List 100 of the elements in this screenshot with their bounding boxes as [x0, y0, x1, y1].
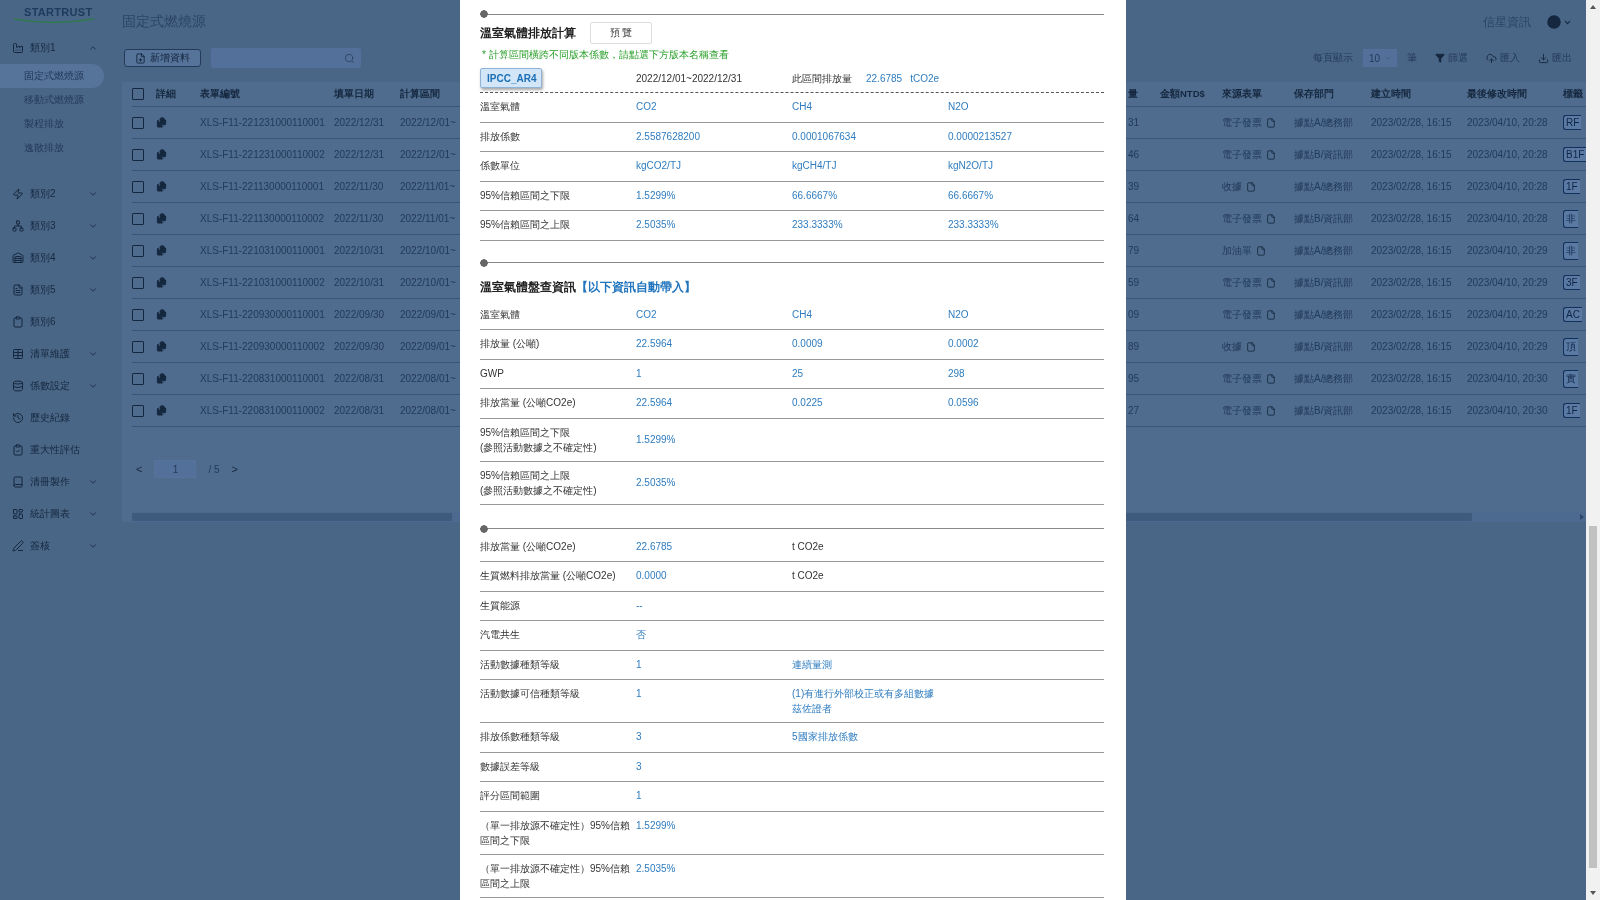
section-title: 溫室氣體排放計算	[480, 24, 576, 42]
tag: AC	[1563, 307, 1582, 322]
user-menu[interactable]	[1545, 13, 1572, 31]
checkbox[interactable]	[132, 244, 144, 257]
row-value: 22.5964	[636, 396, 673, 410]
sidebar-item[interactable]: 類別3	[0, 210, 122, 242]
row-label: GWP	[480, 366, 504, 381]
sidebar-item[interactable]: 歷史紀錄	[0, 402, 122, 434]
tag: B1F	[1563, 147, 1586, 162]
user-icon	[1545, 13, 1563, 31]
checkbox[interactable]	[132, 180, 144, 193]
row-value: kgCH4/TJ	[792, 159, 837, 173]
row-value: kgCO2/TJ	[636, 159, 681, 173]
row-value: 22.6785	[636, 539, 673, 554]
document-icon[interactable]	[156, 213, 167, 224]
checkbox[interactable]	[132, 372, 144, 385]
previous-page-link[interactable]: <	[136, 463, 143, 475]
horizontal-scrollbar[interactable]	[1126, 512, 1586, 522]
row-value: 0.0001067634	[792, 129, 856, 144]
row-value: 0.0000213527	[948, 129, 1012, 144]
vertical-scrollbar[interactable]	[1586, 0, 1600, 900]
document-icon[interactable]	[156, 277, 167, 288]
file-icon[interactable]	[1266, 117, 1276, 128]
document-icon[interactable]	[156, 117, 167, 128]
section-title-note: 【以下資訊自動帶入】	[576, 279, 696, 296]
sidebar-item[interactable]: 類別5	[0, 274, 122, 306]
file-icon[interactable]	[1266, 149, 1276, 160]
version-button[interactable]: IPCC_AR4	[480, 68, 542, 88]
row-value: 298	[948, 366, 965, 381]
add-button[interactable]: 新增資料	[124, 49, 201, 67]
file-icon[interactable]	[1256, 245, 1266, 256]
document-icon[interactable]	[156, 373, 167, 384]
checkbox[interactable]	[132, 88, 144, 100]
search-icon[interactable]	[344, 52, 355, 64]
checkbox[interactable]	[132, 340, 144, 353]
document-icon[interactable]	[156, 341, 167, 352]
row-label: 生質能源	[480, 598, 520, 613]
sidebar-item[interactable]: 係數設定	[0, 370, 122, 402]
tag: 實	[1563, 369, 1578, 388]
row-value: CH4	[792, 307, 812, 322]
clipboard-icon	[12, 316, 24, 328]
row-value: 2.5587628200	[636, 129, 700, 144]
download-icon	[1538, 52, 1549, 64]
row-value: 25	[792, 366, 804, 381]
document-icon[interactable]	[156, 309, 167, 320]
checkbox[interactable]	[132, 148, 144, 161]
scrollbar-thumb[interactable]	[1126, 513, 1472, 521]
checkbox[interactable]	[132, 404, 144, 417]
sidebar-item[interactable]: 清單維護	[0, 338, 122, 370]
file-icon[interactable]	[1266, 405, 1276, 416]
sidebar-item[interactable]: 簽核	[0, 530, 122, 562]
column-header: 來源表單	[1222, 87, 1262, 101]
checkbox[interactable]	[132, 308, 144, 321]
document-icon[interactable]	[156, 405, 167, 416]
book-icon	[12, 476, 24, 488]
search-field[interactable]	[211, 48, 361, 68]
scrollbar-thumb[interactable]	[1589, 526, 1597, 868]
checkbox[interactable]	[132, 276, 144, 289]
sidebar-item[interactable]: 類別2	[0, 178, 122, 210]
sidebar-item[interactable]: 清冊製作	[0, 466, 122, 498]
row-label: 溫室氣體	[480, 100, 520, 114]
file-icon[interactable]	[1266, 213, 1276, 224]
row-label: 係數單位	[480, 159, 520, 173]
interval-label: 此區間排放量	[792, 71, 852, 86]
sidebar-item[interactable]: 類別6	[0, 306, 122, 338]
row-value: 1.5299%	[636, 188, 676, 203]
column-header: 建立時間	[1371, 87, 1411, 101]
document-icon[interactable]	[156, 181, 167, 192]
column-header: 填單日期	[334, 87, 374, 101]
document-icon[interactable]	[156, 245, 167, 256]
next-page-link[interactable]: >	[231, 463, 238, 475]
column-header: 量	[1128, 87, 1138, 101]
sidebar-item[interactable]: 類別4	[0, 242, 122, 274]
checkbox[interactable]	[132, 212, 144, 225]
caret-icon	[1384, 54, 1393, 62]
file-icon[interactable]	[1266, 309, 1276, 320]
sidebar-item[interactable]: 類別1	[0, 32, 122, 64]
preview-button[interactable]: 預 覽	[590, 22, 652, 44]
scroll-down-icon[interactable]	[1589, 889, 1597, 897]
row-value: CO2	[636, 307, 657, 322]
document-icon[interactable]	[156, 149, 167, 160]
file-icon[interactable]	[1266, 373, 1276, 384]
period-text: 2022/12/01~2022/12/31	[636, 71, 742, 86]
row-value: 0.0000	[636, 569, 667, 583]
checkbox[interactable]	[132, 116, 144, 129]
page-size-select[interactable]: 10	[1363, 49, 1397, 67]
row-value: 1	[636, 366, 642, 381]
row-value: CO2	[636, 100, 657, 114]
clipboard-check-icon	[12, 444, 24, 456]
interval-unit: tCO2e	[910, 71, 940, 86]
scroll-right-icon[interactable]	[1578, 513, 1586, 521]
file-icon[interactable]	[1246, 341, 1256, 352]
row-label: 排放係數種類等級	[480, 730, 560, 744]
dashboard-icon	[12, 508, 24, 520]
page-input[interactable]: 1	[154, 460, 197, 478]
file-icon[interactable]	[1246, 181, 1256, 192]
cloud-upload-icon	[1486, 52, 1497, 64]
file-icon[interactable]	[1266, 277, 1276, 288]
scroll-up-icon[interactable]	[1589, 3, 1597, 11]
row-value: 0.0596	[948, 396, 979, 410]
